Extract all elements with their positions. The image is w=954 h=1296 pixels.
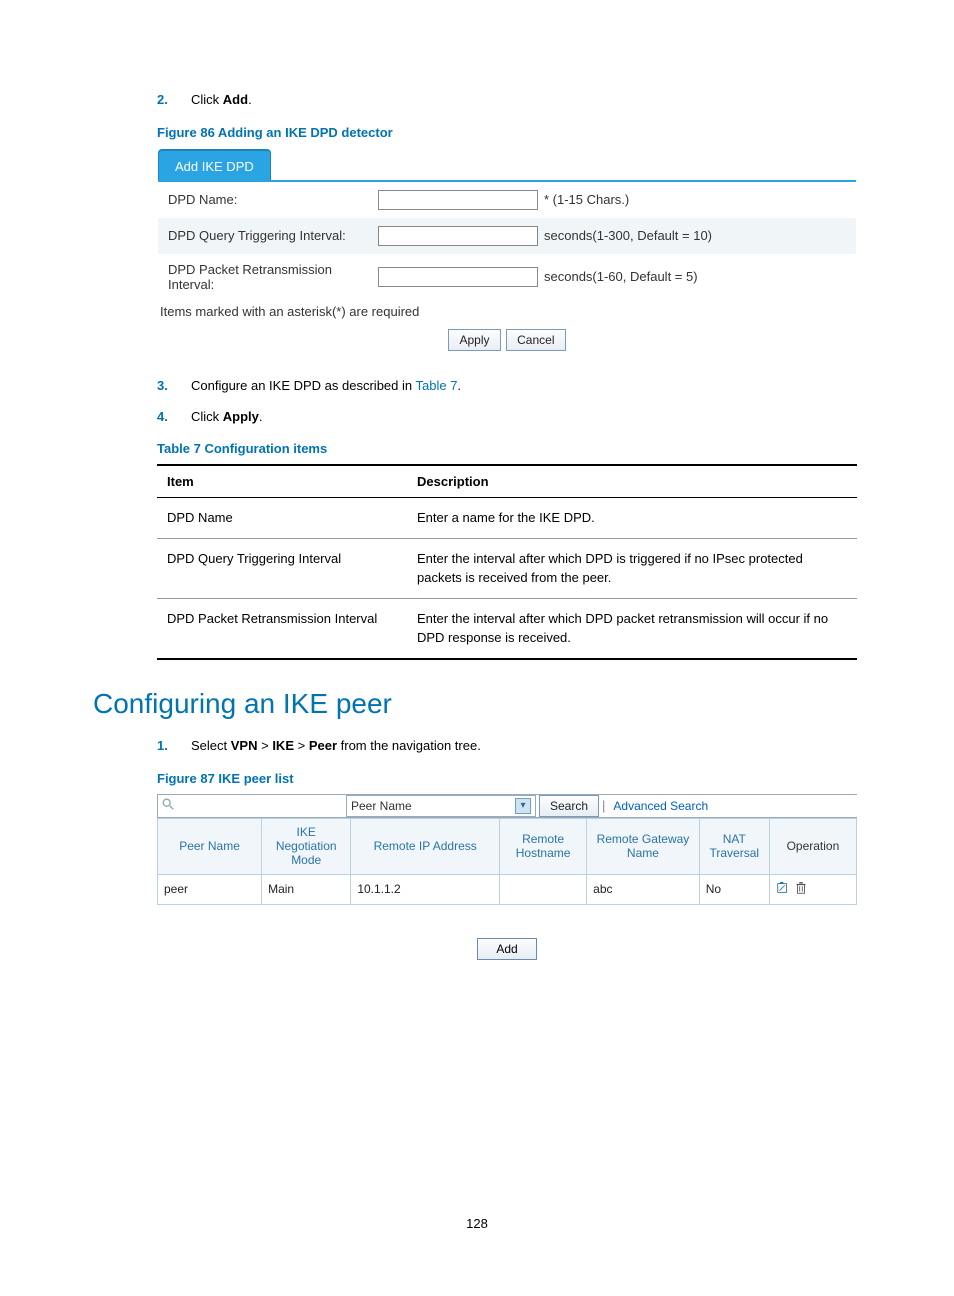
dpd-query-interval-input[interactable]	[378, 226, 538, 246]
step-number: 2.	[157, 90, 173, 111]
edit-icon[interactable]	[776, 881, 790, 898]
table-caption: Table 7 Configuration items	[157, 441, 861, 456]
grid-header[interactable]: NAT Traversal	[699, 818, 769, 874]
step-list-b: 3. Configure an IKE DPD as described in …	[93, 376, 861, 428]
tab-add-ike-dpd[interactable]: Add IKE DPD	[158, 149, 271, 180]
step-list-c: 1. Select VPN > IKE > Peer from the navi…	[93, 736, 861, 757]
grid-header[interactable]: Remote Hostname	[500, 818, 587, 874]
table-row: DPD Query Triggering Interval Enter the …	[157, 538, 857, 598]
required-note: Items marked with an asterisk(*) are req…	[158, 300, 856, 323]
step-list-a: 2. Click Add.	[93, 90, 861, 111]
figure-caption: Figure 87 IKE peer list	[157, 771, 861, 786]
step-number: 3.	[157, 376, 173, 397]
field-label: DPD Packet Retransmission Interval:	[168, 262, 378, 292]
add-button[interactable]: Add	[477, 938, 536, 960]
config-items-table: Item Description DPD Name Enter a name f…	[157, 464, 857, 660]
search-icon	[158, 797, 178, 814]
step-number: 4.	[157, 407, 173, 428]
dpd-name-input[interactable]	[378, 190, 538, 210]
table-7-link[interactable]: Table 7	[416, 378, 458, 393]
apply-button[interactable]: Apply	[448, 329, 500, 351]
grid-row: peer Main 10.1.1.2 abc No	[158, 874, 857, 904]
grid-header[interactable]: IKE Negotiation Mode	[262, 818, 351, 874]
step-item: 1. Select VPN > IKE > Peer from the navi…	[157, 736, 861, 757]
section-heading: Configuring an IKE peer	[93, 688, 861, 720]
field-hint: seconds(1-300, Default = 10)	[540, 228, 712, 243]
grid-header[interactable]: Remote Gateway Name	[587, 818, 700, 874]
figure-86: Add IKE DPD DPD Name: * (1-15 Chars.) DP…	[157, 148, 861, 356]
search-field-select[interactable]: Peer Name ▾	[346, 795, 536, 817]
search-button[interactable]: Search	[539, 795, 599, 817]
figure-87: Peer Name ▾ Search | Advanced Search Pee…	[157, 794, 857, 956]
dpd-retrans-interval-input[interactable]	[378, 267, 538, 287]
step-item: 3. Configure an IKE DPD as described in …	[157, 376, 861, 397]
page-number: 128	[93, 1216, 861, 1231]
field-hint: * (1-15 Chars.)	[540, 192, 629, 207]
form-row: DPD Query Triggering Interval: seconds(1…	[158, 218, 856, 254]
ike-peer-grid: Peer Name IKE Negotiation Mode Remote IP…	[157, 818, 857, 905]
step-text: Click Add.	[191, 90, 252, 111]
step-item: 4. Click Apply.	[157, 407, 861, 428]
advanced-search-link[interactable]: Advanced Search	[607, 799, 708, 813]
field-label: DPD Name:	[168, 192, 378, 207]
button-row: Apply Cancel	[158, 323, 856, 355]
table-row: DPD Name Enter a name for the IKE DPD.	[157, 498, 857, 539]
grid-header[interactable]: Remote IP Address	[351, 818, 500, 874]
table-row: DPD Packet Retransmission Interval Enter…	[157, 598, 857, 659]
step-text: Configure an IKE DPD as described in Tab…	[191, 376, 461, 397]
grid-header: Operation	[769, 818, 856, 874]
field-hint: seconds(1-60, Default = 5)	[540, 269, 698, 284]
cancel-button[interactable]: Cancel	[506, 329, 565, 351]
table-header: Description	[407, 465, 857, 498]
step-item: 2. Click Add.	[157, 90, 861, 111]
delete-icon[interactable]	[794, 881, 808, 898]
grid-header[interactable]: Peer Name	[158, 818, 262, 874]
step-text: Click Apply.	[191, 407, 263, 428]
form-row: DPD Name: * (1-15 Chars.)	[158, 182, 856, 218]
table-header: Item	[157, 465, 407, 498]
step-text: Select VPN > IKE > Peer from the navigat…	[191, 736, 481, 757]
figure-caption: Figure 86 Adding an IKE DPD detector	[157, 125, 861, 140]
search-bar: Peer Name ▾ Search | Advanced Search	[157, 794, 857, 818]
form-row: DPD Packet Retransmission Interval: seco…	[158, 254, 856, 300]
tab-row: Add IKE DPD	[158, 149, 856, 182]
chevron-down-icon: ▾	[515, 798, 531, 814]
field-label: DPD Query Triggering Interval:	[168, 228, 378, 243]
step-number: 1.	[157, 736, 173, 757]
